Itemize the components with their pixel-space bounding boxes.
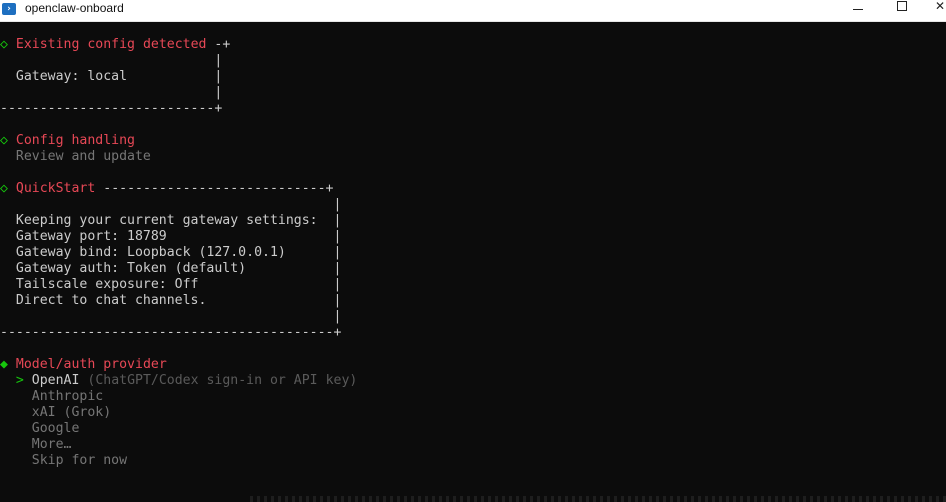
diamond-marker-icon: ◇ [0,181,8,196]
diamond-marker-icon: ◇ [0,37,8,52]
provider-option[interactable]: xAI (Grok) [0,405,111,421]
minimize-icon [853,9,863,10]
maximize-button[interactable] [882,0,922,21]
close-icon: ✕ [934,0,946,13]
terminal-line: ----------------------------------------… [0,325,342,340]
terminal-line: Gateway bind: Loopback (127.0.0.1) | [0,245,342,260]
partial-line-artifact [250,496,946,502]
section-heading: Existing config detected [15,37,207,52]
section-heading: QuickStart [15,181,96,196]
provider-option[interactable]: Google [0,421,80,437]
close-button[interactable]: ✕ [930,0,946,21]
provider-option[interactable]: More… [0,437,72,453]
section-heading: Model/auth provider [15,357,167,372]
terminal-line: | [0,85,223,100]
terminal-line: | [0,197,342,212]
terminal-line: Gateway: local | [0,69,223,84]
terminal-line: ◇ QuickStart ---------------------------… [0,181,334,196]
terminal-line: ◇ Existing config detected -+ [0,37,231,52]
provider-option[interactable]: Skip for now [0,453,127,469]
pointer-icon: > [15,373,24,388]
maximize-icon [897,1,907,11]
terminal-bottom-edge [0,476,946,502]
terminal-line: | [0,53,223,68]
terminal-line: ---------------------------+ [0,101,223,116]
diamond-marker-icon: ◆ [0,357,8,372]
powershell-icon: › [2,3,16,15]
terminal-line: Tailscale exposure: Off | [0,277,342,292]
diamond-marker-icon: ◇ [0,133,8,148]
window-title: openclaw-onboard [25,1,124,15]
terminal-line: Direct to chat channels. | [0,293,342,308]
provider-option-selected[interactable]: > OpenAI (ChatGPT/Codex sign-in or API k… [0,373,357,389]
terminal-line: Gateway auth: Token (default) | [0,261,342,276]
terminal-line: Keeping your current gateway settings: | [0,213,342,228]
minimize-button[interactable] [838,0,878,21]
terminal-line: ◇ Config handling [0,133,135,149]
section-heading: Config handling [15,133,135,148]
terminal-output[interactable]: ◇ Existing config detected -+ | Gateway:… [0,21,946,502]
terminal-line: | [0,309,342,324]
terminal-line: Gateway port: 18789 | [0,229,342,244]
terminal-line: ◆ Model/auth provider [0,357,167,373]
title-bar: › openclaw-onboard ✕ [0,0,946,22]
terminal-line: Review and update [0,149,151,164]
provider-option[interactable]: Anthropic [0,389,103,405]
